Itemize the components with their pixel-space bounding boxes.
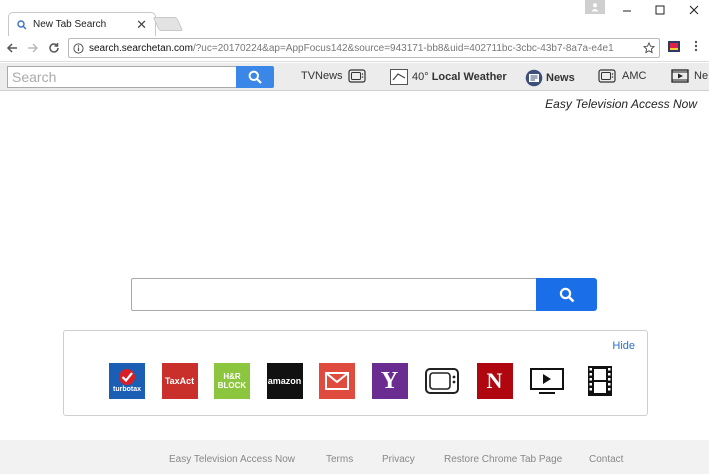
netflix-label: N — [486, 368, 503, 393]
profile-icon[interactable] — [585, 0, 605, 14]
arrow-left-icon — [6, 43, 17, 53]
tv-icon — [425, 368, 459, 394]
amazon-label: amazon — [267, 376, 302, 386]
ext-search-button[interactable] — [236, 66, 274, 88]
hide-link[interactable]: Hide — [612, 340, 635, 352]
extension-toolbar: Search TVNews 40° Local Weather News AMC… — [0, 63, 709, 91]
hrblock-label-1: H&R — [223, 372, 241, 381]
new-tab-button[interactable] — [152, 17, 184, 31]
main-search-input[interactable] — [131, 278, 537, 311]
tv-icon — [347, 69, 366, 83]
url-text: search.searchetan.com/?uc=20170224&ap=Ap… — [89, 43, 643, 54]
url-path: /?uc=20170224&ap=AppFocus142&source=9431… — [192, 42, 614, 54]
mail-icon — [325, 372, 349, 390]
ext-link-news[interactable]: News — [525, 69, 575, 87]
browser-toolbar: search.searchetan.com/?uc=20170224&ap=Ap… — [0, 36, 709, 62]
info-icon — [73, 42, 84, 54]
weather-temp: 40° — [412, 71, 429, 83]
ext-link-news-2[interactable]: Ne — [671, 69, 708, 83]
footer-brand-link[interactable]: Easy Television Access Now — [169, 454, 295, 465]
shortcut-gmail[interactable] — [319, 363, 355, 399]
shortcut-turbotax[interactable]: turbotax — [109, 363, 145, 399]
shortcut-video[interactable] — [529, 363, 565, 399]
yahoo-label: Y — [380, 367, 399, 394]
film-strip-icon — [587, 366, 612, 396]
ne-label: Ne — [694, 70, 709, 82]
amc-label: AMC — [622, 70, 647, 82]
minimize-icon[interactable] — [617, 2, 637, 18]
tab-title: New Tab Search — [33, 19, 107, 30]
close-window-icon[interactable] — [684, 2, 704, 18]
shortcut-tv[interactable] — [424, 363, 460, 399]
news-label: News — [546, 72, 575, 84]
shortcut-amazon[interactable]: amazon — [266, 363, 303, 399]
forward-button[interactable] — [25, 40, 41, 56]
address-bar[interactable]: search.searchetan.com/?uc=20170224&ap=Ap… — [68, 38, 660, 58]
url-host: search.searchetan.com — [89, 42, 193, 54]
shortcut-netflix[interactable]: N — [476, 363, 513, 399]
shortcuts-panel: Hide turbotax TaxAct H&R BLOCK amazon Y … — [63, 330, 648, 416]
ext-link-weather[interactable]: 40° Local Weather — [390, 69, 507, 85]
extension-icon[interactable] — [668, 41, 680, 52]
reload-button[interactable] — [46, 40, 62, 56]
search-icon — [559, 287, 574, 302]
browser-titlebar: New Tab Search ✕ — [0, 0, 709, 36]
arrow-right-icon — [28, 43, 39, 53]
taxact-label: TaxAct — [164, 376, 195, 386]
shortcut-taxact[interactable]: TaxAct — [161, 363, 198, 399]
weather-label: Local Weather — [431, 71, 507, 83]
tagline: Easy Television Access Now — [545, 97, 697, 111]
reload-icon — [49, 43, 59, 53]
footer-restore-link[interactable]: Restore Chrome Tab Page — [444, 454, 562, 465]
hrblock-label-2: BLOCK — [217, 381, 247, 390]
checkmark-icon — [119, 369, 135, 385]
turbotax-label: turbotax — [113, 386, 141, 393]
shortcut-movies[interactable] — [581, 363, 618, 399]
tv-icon — [598, 69, 616, 83]
main-search-button[interactable] — [536, 278, 597, 311]
footer: Easy Television Access Now Terms Privacy… — [0, 440, 709, 474]
film-icon — [671, 69, 689, 83]
footer-contact-link[interactable]: Contact — [589, 454, 623, 465]
footer-terms-link[interactable]: Terms — [326, 454, 353, 465]
chrome-menu-icon[interactable] — [694, 40, 698, 55]
ext-link-amc[interactable]: AMC — [598, 69, 646, 83]
back-button[interactable] — [4, 40, 20, 56]
star-icon[interactable] — [643, 42, 655, 54]
ext-search-input[interactable]: Search — [7, 66, 237, 88]
maximize-icon[interactable] — [650, 2, 670, 18]
search-icon — [17, 19, 27, 29]
shortcut-hrblock[interactable]: H&R BLOCK — [214, 363, 250, 399]
weather-icon — [390, 69, 408, 85]
footer-privacy-link[interactable]: Privacy — [382, 454, 415, 465]
newspaper-icon — [525, 69, 543, 87]
tab-close-icon[interactable]: ✕ — [136, 18, 147, 31]
browser-tab[interactable]: New Tab Search ✕ — [8, 12, 156, 36]
tvnews-label: TVNews — [301, 70, 343, 82]
shortcut-tiles: turbotax TaxAct H&R BLOCK amazon Y N — [109, 363, 634, 399]
search-icon — [248, 70, 262, 84]
shortcut-yahoo[interactable]: Y — [371, 363, 408, 399]
play-screen-icon — [530, 368, 564, 394]
ext-link-tvnews[interactable]: TVNews — [301, 69, 366, 83]
